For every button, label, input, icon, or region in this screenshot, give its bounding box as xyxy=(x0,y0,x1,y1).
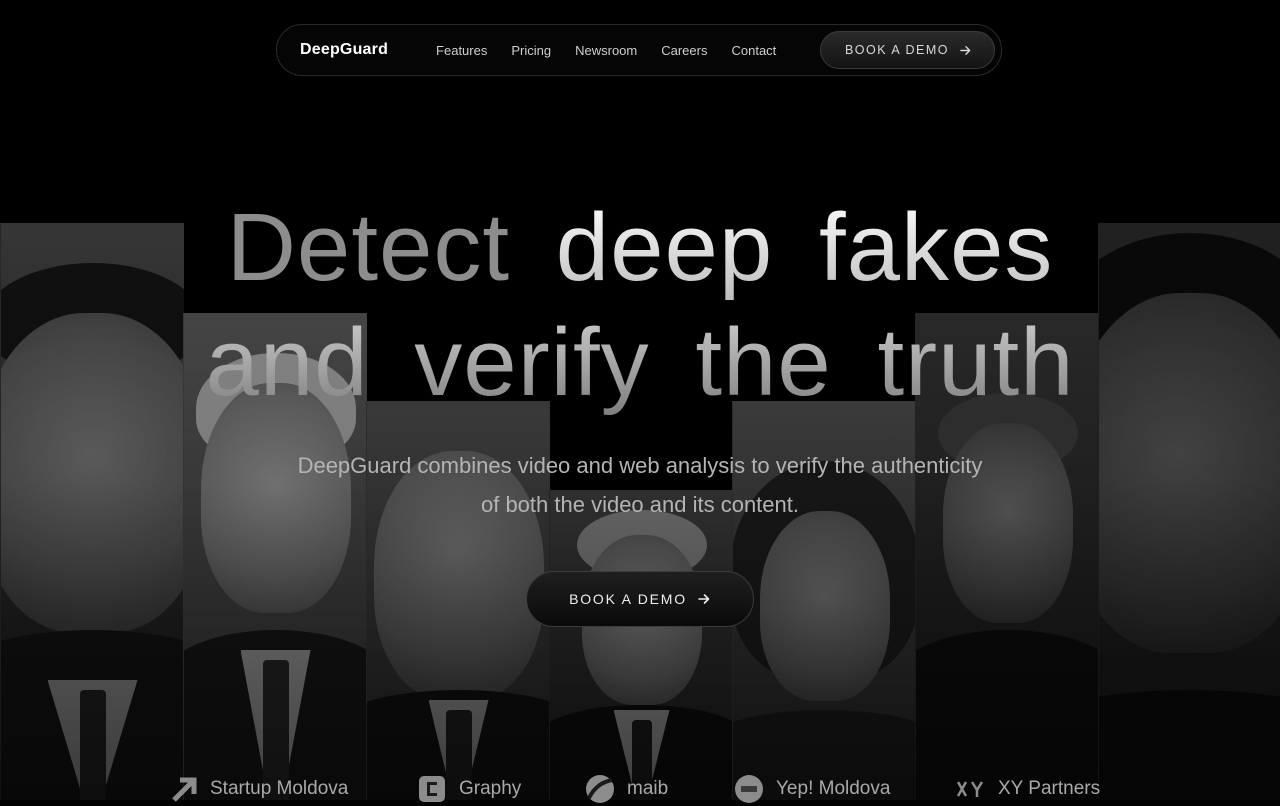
nav-link-pricing[interactable]: Pricing xyxy=(511,43,551,58)
nav-link-contact[interactable]: Contact xyxy=(731,43,776,58)
book-demo-hero-label: BOOK A DEMO xyxy=(569,591,687,607)
partner-name: Graphy xyxy=(459,778,522,799)
arrow-right-icon xyxy=(960,45,971,55)
headline-word-fakes: fakes xyxy=(818,194,1054,301)
nav-link-newsroom[interactable]: Newsroom xyxy=(575,43,637,58)
portrait-panel xyxy=(0,223,184,800)
headline-word-the: the xyxy=(695,309,832,416)
book-demo-nav-button[interactable]: BOOK A DEMO xyxy=(819,31,995,69)
book-demo-nav-label: BOOK A DEMO xyxy=(844,43,949,57)
hero-headline-line2: and verify the truth xyxy=(0,315,1280,411)
hero-headline-line1: Detect deep fakes xyxy=(0,200,1280,296)
brand-logo[interactable]: DeepGuard xyxy=(300,41,388,59)
headline-word-deep: deep xyxy=(555,194,774,301)
partner-logos: Startup Moldova Graphy maib Yep! Moldova… xyxy=(0,770,1280,806)
hero-subtitle-line1: DeepGuard combines video and web analysi… xyxy=(297,453,983,478)
nav-link-careers[interactable]: Careers xyxy=(661,43,707,58)
book-demo-hero-button[interactable]: BOOK A DEMO xyxy=(526,571,754,627)
headline-word-detect: Detect xyxy=(226,194,511,301)
hero-subtitle: DeepGuard combines video and web analysi… xyxy=(240,446,1040,524)
partner-name: maib xyxy=(627,778,669,799)
portrait-panel xyxy=(1098,223,1280,800)
partner-name: Startup Moldova xyxy=(210,778,349,799)
headline-word-truth: truth xyxy=(877,309,1075,416)
top-navbar: DeepGuard Features Pricing Newsroom Care… xyxy=(276,24,1002,76)
nav-link-features[interactable]: Features xyxy=(436,43,487,58)
hero-subtitle-line2: of both the video and its content. xyxy=(480,492,799,517)
partner-name: Yep! Moldova xyxy=(776,778,891,799)
headline-word-verify: verify xyxy=(414,309,650,416)
arrow-right-icon xyxy=(698,594,710,604)
partner-name: XY Partners xyxy=(998,778,1101,799)
nav-links: Features Pricing Newsroom Careers Contac… xyxy=(436,43,776,58)
headline-word-and: and xyxy=(205,309,369,416)
portrait-panel xyxy=(549,490,733,800)
